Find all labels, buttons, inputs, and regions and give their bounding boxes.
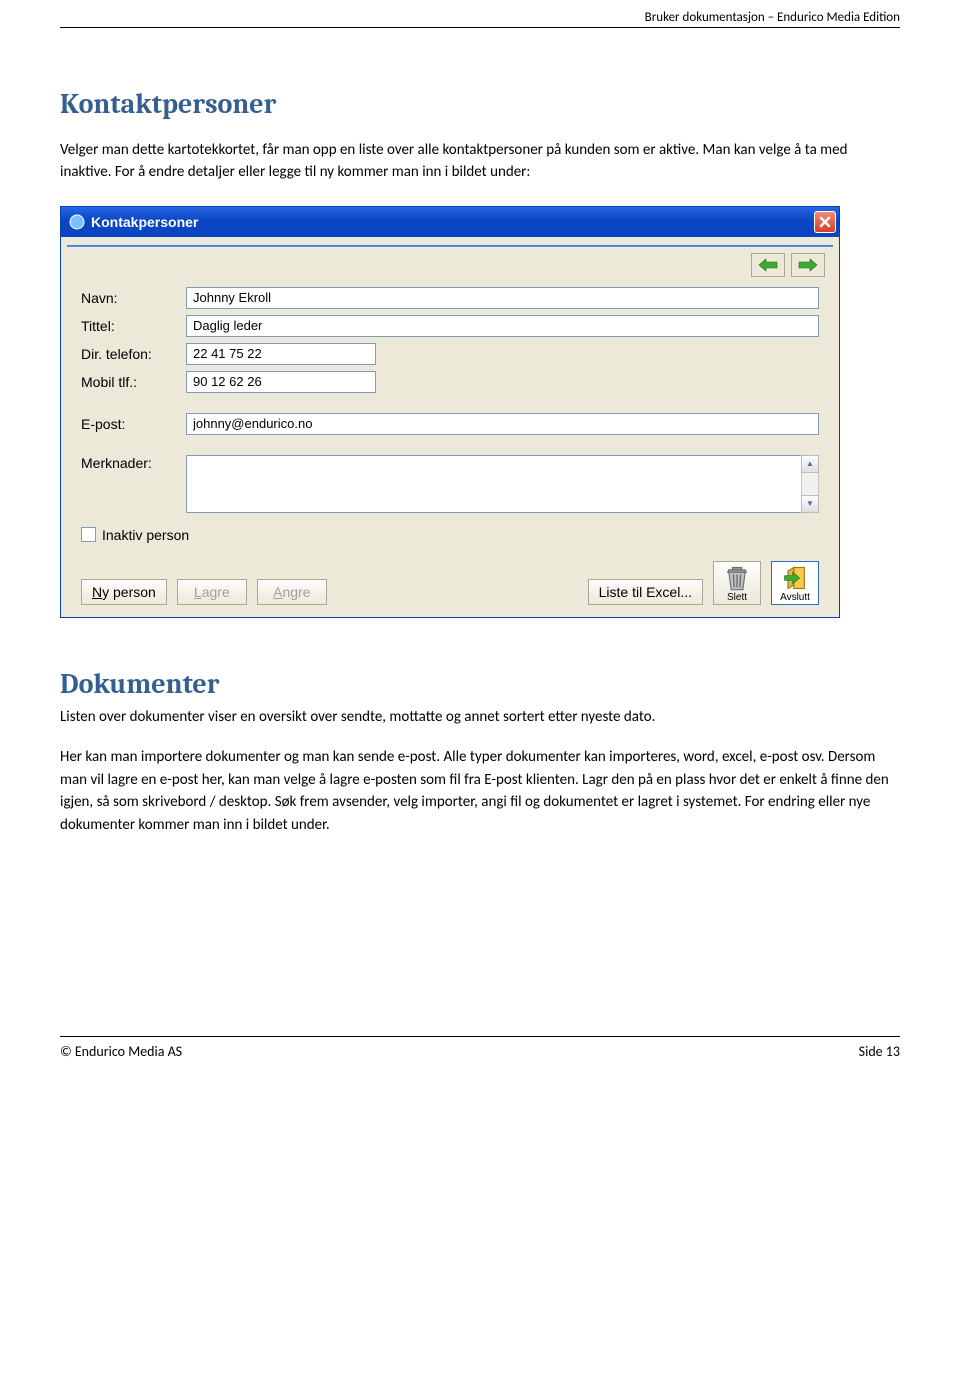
header-rule xyxy=(60,27,900,28)
next-button[interactable] xyxy=(791,253,825,277)
footer-right: Side 13 xyxy=(859,1043,900,1060)
prev-button[interactable] xyxy=(751,253,785,277)
scroll-up-icon[interactable]: ▲ xyxy=(801,455,819,473)
scroll-down-icon[interactable]: ▼ xyxy=(801,495,819,513)
input-mobil[interactable] xyxy=(186,371,376,393)
dialog-titlebar: Kontakpersoner xyxy=(61,207,839,237)
checkbox-label: Inaktiv person xyxy=(102,527,189,543)
input-tittel[interactable] xyxy=(186,315,819,337)
label-epost: E-post: xyxy=(81,416,186,432)
angre-button[interactable]: Angre xyxy=(257,579,327,605)
input-navn[interactable] xyxy=(186,287,819,309)
label-mobil: Mobil tlf.: xyxy=(81,374,186,390)
label-tittel: Tittel: xyxy=(81,318,186,334)
section1-intro: Velger man dette kartotekkortet, får man… xyxy=(60,140,900,184)
lagre-button[interactable]: Lagre xyxy=(177,579,247,605)
checkbox-inaktiv[interactable] xyxy=(81,527,96,542)
avslutt-label: Avslutt xyxy=(780,592,810,603)
input-epost[interactable] xyxy=(186,413,819,435)
avslutt-button[interactable]: Avslutt xyxy=(771,561,819,605)
dialog-title: Kontakpersoner xyxy=(91,214,814,230)
contact-dialog: Kontakpersoner Navn: Tittel: xyxy=(60,206,840,618)
scrollbar[interactable]: ▲ ▼ xyxy=(801,455,819,513)
doc-header: Bruker dokumentasjon – Endurico Media Ed… xyxy=(60,0,900,27)
trash-icon xyxy=(723,565,751,591)
close-button[interactable] xyxy=(814,211,836,233)
footer-rule xyxy=(60,1036,900,1037)
label-merknader: Merknader: xyxy=(81,455,186,471)
liste-excel-button[interactable]: Liste til Excel... xyxy=(588,579,703,605)
section2-title: Dokumenter xyxy=(60,668,900,700)
label-dir-telefon: Dir. telefon: xyxy=(81,346,186,362)
app-icon xyxy=(69,214,85,230)
exit-icon xyxy=(781,565,809,591)
footer-left: © Endurico Media AS xyxy=(60,1043,182,1060)
slett-button[interactable]: Slett xyxy=(713,561,761,605)
slett-label: Slett xyxy=(727,592,747,603)
ny-person-button[interactable]: Ny person xyxy=(81,579,167,605)
section2-p2: Her kan man importere dokumenter og man … xyxy=(60,746,900,836)
label-navn: Navn: xyxy=(81,290,186,306)
textarea-merknader[interactable] xyxy=(186,455,801,513)
input-dir-telefon[interactable] xyxy=(186,343,376,365)
section2-p1: Listen over dokumenter viser en oversikt… xyxy=(60,706,900,729)
section1-title: Kontaktpersoner xyxy=(60,88,900,120)
